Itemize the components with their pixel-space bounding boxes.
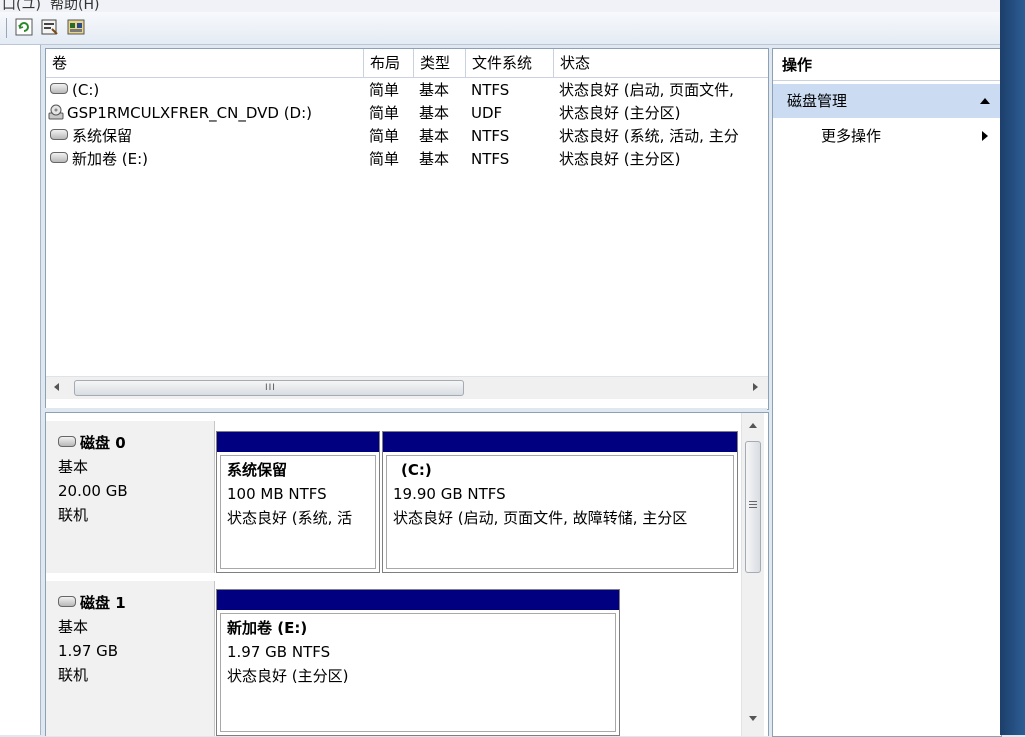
disk-state: 联机 bbox=[58, 666, 89, 684]
horizontal-scrollbar[interactable]: III bbox=[46, 376, 768, 399]
partition-bar bbox=[217, 590, 619, 610]
disk-state: 联机 bbox=[58, 506, 89, 524]
volume-type: 基本 bbox=[419, 150, 450, 168]
disk-icon bbox=[58, 596, 76, 607]
more-actions-item[interactable]: 更多操作 bbox=[773, 121, 1001, 151]
volume-name: 新加卷 (E:) bbox=[72, 150, 149, 168]
volume-name: GSP1RMCULXFRER_CN_DVD (D:) bbox=[67, 104, 313, 122]
vertical-scroll-thumb[interactable] bbox=[745, 441, 761, 573]
partition-status: 状态良好 (系统, 活 bbox=[227, 509, 353, 527]
collapse-up-icon[interactable] bbox=[979, 96, 991, 106]
column-header-status[interactable]: 状态 bbox=[554, 49, 768, 77]
partition-name: 系统保留 bbox=[227, 461, 288, 479]
volume-type: 基本 bbox=[419, 104, 450, 122]
volume-filesystem: NTFS bbox=[471, 81, 510, 99]
toolbar bbox=[0, 12, 1000, 45]
more-actions-label: 更多操作 bbox=[821, 127, 882, 145]
volume-type: 基本 bbox=[419, 127, 450, 145]
disk-icon bbox=[58, 436, 76, 447]
volume-filesystem: UDF bbox=[471, 104, 503, 122]
disk-type: 基本 bbox=[58, 618, 89, 636]
partition-c[interactable]: (C:) 19.90 GB NTFS 状态良好 (启动, 页面文件, 故障转储,… bbox=[382, 431, 738, 573]
disk-size: 20.00 GB bbox=[58, 482, 128, 500]
refresh-icon[interactable] bbox=[14, 17, 34, 37]
partition-size: 1.97 GB NTFS bbox=[227, 643, 331, 661]
column-header-volume[interactable]: 卷 bbox=[46, 49, 364, 77]
scroll-down-icon[interactable] bbox=[748, 713, 758, 723]
window-edge bbox=[1000, 0, 1025, 735]
partition-size: 100 MB NTFS bbox=[227, 485, 327, 503]
disk-name: 磁盘 0 bbox=[80, 434, 126, 452]
volume-status: 状态良好 (主分区) bbox=[559, 104, 681, 122]
volume-type: 基本 bbox=[419, 81, 450, 99]
volume-name: (C:) bbox=[72, 81, 100, 99]
partition-name: 新加卷 (E:) bbox=[227, 619, 308, 637]
table-row[interactable]: (C:) 简单 基本 NTFS 状态良好 (启动, 页面文件, bbox=[46, 79, 768, 102]
drive-icon bbox=[50, 83, 68, 94]
scroll-right-icon[interactable] bbox=[750, 382, 760, 392]
horizontal-scroll-thumb[interactable]: III bbox=[74, 380, 464, 396]
disk-1-label[interactable]: 磁盘 1 基本 1.97 GB 联机 bbox=[46, 581, 215, 736]
disk-name: 磁盘 1 bbox=[80, 594, 126, 612]
volume-status: 状态良好 (系统, 活动, 主分 bbox=[559, 127, 739, 145]
table-row[interactable]: 系统保留 简单 基本 NTFS 状态良好 (系统, 活动, 主分 bbox=[46, 125, 768, 148]
disk-0-label[interactable]: 磁盘 0 基本 20.00 GB 联机 bbox=[46, 421, 215, 573]
volume-list: 卷 布局 类型 文件系统 状态 (C:) 简单 基本 NTFS 状态良好 (启动… bbox=[45, 48, 769, 410]
toolbar-separator bbox=[6, 18, 7, 38]
volume-name: 系统保留 bbox=[72, 127, 133, 145]
drive-icon bbox=[50, 152, 68, 163]
menu-item-help[interactable]: 帮助(H) bbox=[50, 0, 99, 12]
scroll-up-icon[interactable] bbox=[748, 421, 758, 431]
scroll-grip-icon bbox=[749, 501, 757, 508]
disk-type: 基本 bbox=[58, 458, 89, 476]
list-header: 卷 布局 类型 文件系统 状态 bbox=[46, 49, 768, 78]
column-header-type[interactable]: 类型 bbox=[414, 49, 466, 77]
partition-name: (C:) bbox=[401, 461, 432, 479]
partition-system-reserved[interactable]: 系统保留 100 MB NTFS 状态良好 (系统, 活 bbox=[216, 431, 380, 573]
table-row[interactable]: GSP1RMCULXFRER_CN_DVD (D:) 简单 基本 UDF 状态良… bbox=[46, 102, 768, 125]
menu-bar: 口(ユ) 帮助(H) bbox=[0, 0, 1000, 12]
column-header-filesystem[interactable]: 文件系统 bbox=[466, 49, 554, 77]
table-row[interactable]: 新加卷 (E:) 简单 基本 NTFS 状态良好 (主分区) bbox=[46, 148, 768, 171]
disk-graphical-view: 磁盘 0 基本 20.00 GB 联机 系统保留 100 MB NTFS 状态良… bbox=[45, 412, 769, 736]
partition-status: 状态良好 (启动, 页面文件, 故障转储, 主分区 bbox=[393, 509, 688, 527]
scroll-grip: III bbox=[265, 383, 276, 393]
volume-status: 状态良好 (主分区) bbox=[559, 150, 681, 168]
properties-icon[interactable] bbox=[40, 17, 60, 37]
volume-filesystem: NTFS bbox=[471, 127, 510, 145]
menu-item-view[interactable]: 口(ユ) bbox=[2, 0, 41, 12]
drive-icon bbox=[50, 129, 68, 140]
column-header-layout[interactable]: 布局 bbox=[364, 49, 414, 77]
partition-e[interactable]: 新加卷 (E:) 1.97 GB NTFS 状态良好 (主分区) bbox=[216, 589, 620, 736]
actions-title: 操作 bbox=[773, 49, 1001, 81]
actions-pane: 操作 磁盘管理 更多操作 bbox=[772, 48, 1002, 737]
vertical-scrollbar[interactable] bbox=[741, 413, 764, 736]
disk-settings-icon[interactable] bbox=[66, 17, 86, 37]
console-tree-pane[interactable] bbox=[0, 45, 41, 735]
volume-layout: 简单 bbox=[369, 81, 400, 99]
cd-drive-icon bbox=[48, 104, 64, 119]
partition-size: 19.90 GB NTFS bbox=[393, 485, 506, 503]
scroll-left-icon[interactable] bbox=[52, 382, 62, 392]
actions-section-disk-management[interactable]: 磁盘管理 bbox=[773, 84, 1001, 118]
submenu-arrow-icon bbox=[982, 131, 988, 141]
volume-filesystem: NTFS bbox=[471, 150, 510, 168]
volume-status: 状态良好 (启动, 页面文件, bbox=[559, 81, 734, 99]
volume-layout: 简单 bbox=[369, 104, 400, 122]
volume-layout: 简单 bbox=[369, 127, 400, 145]
partition-bar bbox=[383, 432, 737, 452]
disk-size: 1.97 GB bbox=[58, 642, 119, 660]
partition-status: 状态良好 (主分区) bbox=[227, 667, 349, 685]
partition-bar bbox=[217, 432, 379, 452]
volume-layout: 简单 bbox=[369, 150, 400, 168]
actions-section-label: 磁盘管理 bbox=[787, 92, 848, 110]
